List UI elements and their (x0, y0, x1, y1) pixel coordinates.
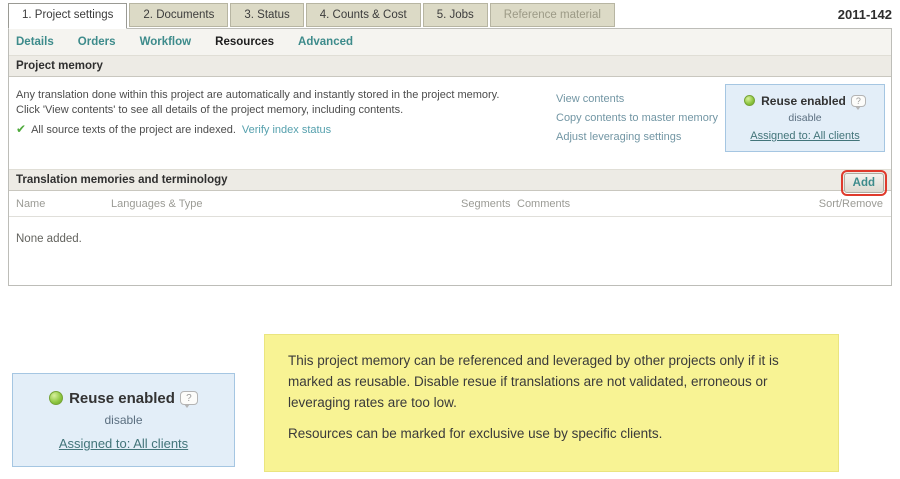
column-sort-remove: Sort/Remove (803, 198, 883, 210)
assigned-to-link[interactable]: Assigned to: All clients (726, 130, 884, 142)
description-line-2: Click 'View contents' to see all details… (16, 103, 524, 118)
help-icon[interactable]: ? (851, 95, 866, 107)
disable-link[interactable]: disable (13, 413, 234, 427)
description-line-1: Any translation done within this project… (16, 88, 524, 103)
view-contents-link[interactable]: View contents (556, 90, 718, 109)
reuse-status-callout: Reuse enabled? disable Assigned to: All … (12, 373, 235, 467)
column-name: Name (16, 198, 111, 210)
subnav-item-details[interactable]: Details (16, 36, 54, 48)
reuse-status-line: Reuse enabled? (13, 390, 234, 407)
note-paragraph-2: Resources can be marked for exclusive us… (288, 423, 780, 444)
subnav-item-workflow[interactable]: Workflow (140, 36, 192, 48)
tab-reference-material[interactable]: Reference material (490, 3, 615, 27)
project-id-label: 2011-142 (838, 7, 892, 22)
annotation-highlight: Add (841, 170, 887, 196)
adjust-leveraging-link[interactable]: Adjust leveraging settings (556, 128, 718, 147)
tm-section-header: Translation memories and terminology Add (9, 169, 891, 191)
tab-project-settings[interactable]: 1. Project settings (8, 3, 127, 29)
reuse-status-box: Reuse enabled? disable Assigned to: All … (725, 84, 885, 152)
index-status-text: All source texts of the project are inde… (31, 124, 236, 136)
tab-status[interactable]: 3. Status (230, 3, 303, 27)
reuse-status-label: Reuse enabled (69, 390, 175, 407)
subnav: Details Orders Workflow Resources Advanc… (9, 29, 891, 55)
column-languages-type: Languages & Type (111, 198, 461, 210)
disable-link[interactable]: disable (726, 112, 884, 124)
copy-contents-link[interactable]: Copy contents to master memory (556, 109, 718, 128)
reuse-status-label: Reuse enabled (761, 94, 846, 108)
column-segments: Segments (461, 198, 517, 210)
assigned-to-link[interactable]: Assigned to: All clients (13, 436, 234, 451)
check-icon: ✔ (16, 122, 26, 136)
subnav-item-resources[interactable]: Resources (215, 36, 274, 48)
status-green-icon (744, 95, 755, 106)
column-comments: Comments (517, 198, 803, 210)
subnav-item-orders[interactable]: Orders (78, 36, 116, 48)
verify-index-status-link[interactable]: Verify index status (242, 124, 331, 136)
help-icon[interactable]: ? (180, 391, 198, 405)
reuse-status-line: Reuse enabled? (726, 94, 884, 108)
add-button[interactable]: Add (844, 173, 884, 193)
note-paragraph-1: This project memory can be referenced an… (288, 350, 780, 413)
tm-section-title: Translation memories and terminology (16, 174, 228, 186)
subnav-item-advanced[interactable]: Advanced (298, 36, 353, 48)
tab-jobs[interactable]: 5. Jobs (423, 3, 488, 27)
tab-bar: 1. Project settings 2. Documents 3. Stat… (8, 3, 617, 27)
main-panel: Details Orders Workflow Resources Advanc… (8, 28, 892, 286)
project-memory-header: Project memory (9, 55, 891, 77)
project-memory-description: Any translation done within this project… (16, 88, 524, 118)
tm-table-header: Name Languages & Type Segments Comments … (9, 191, 891, 217)
project-memory-links: View contents Copy contents to master me… (556, 90, 718, 147)
tm-empty-row: None added. (9, 217, 891, 261)
tab-counts-cost[interactable]: 4. Counts & Cost (306, 3, 421, 27)
explanation-note: This project memory can be referenced an… (264, 334, 839, 472)
status-green-icon (49, 391, 63, 405)
project-memory-body: Any translation done within this project… (9, 77, 891, 169)
tab-documents[interactable]: 2. Documents (129, 3, 228, 27)
index-status-row: ✔ All source texts of the project are ind… (16, 122, 331, 136)
